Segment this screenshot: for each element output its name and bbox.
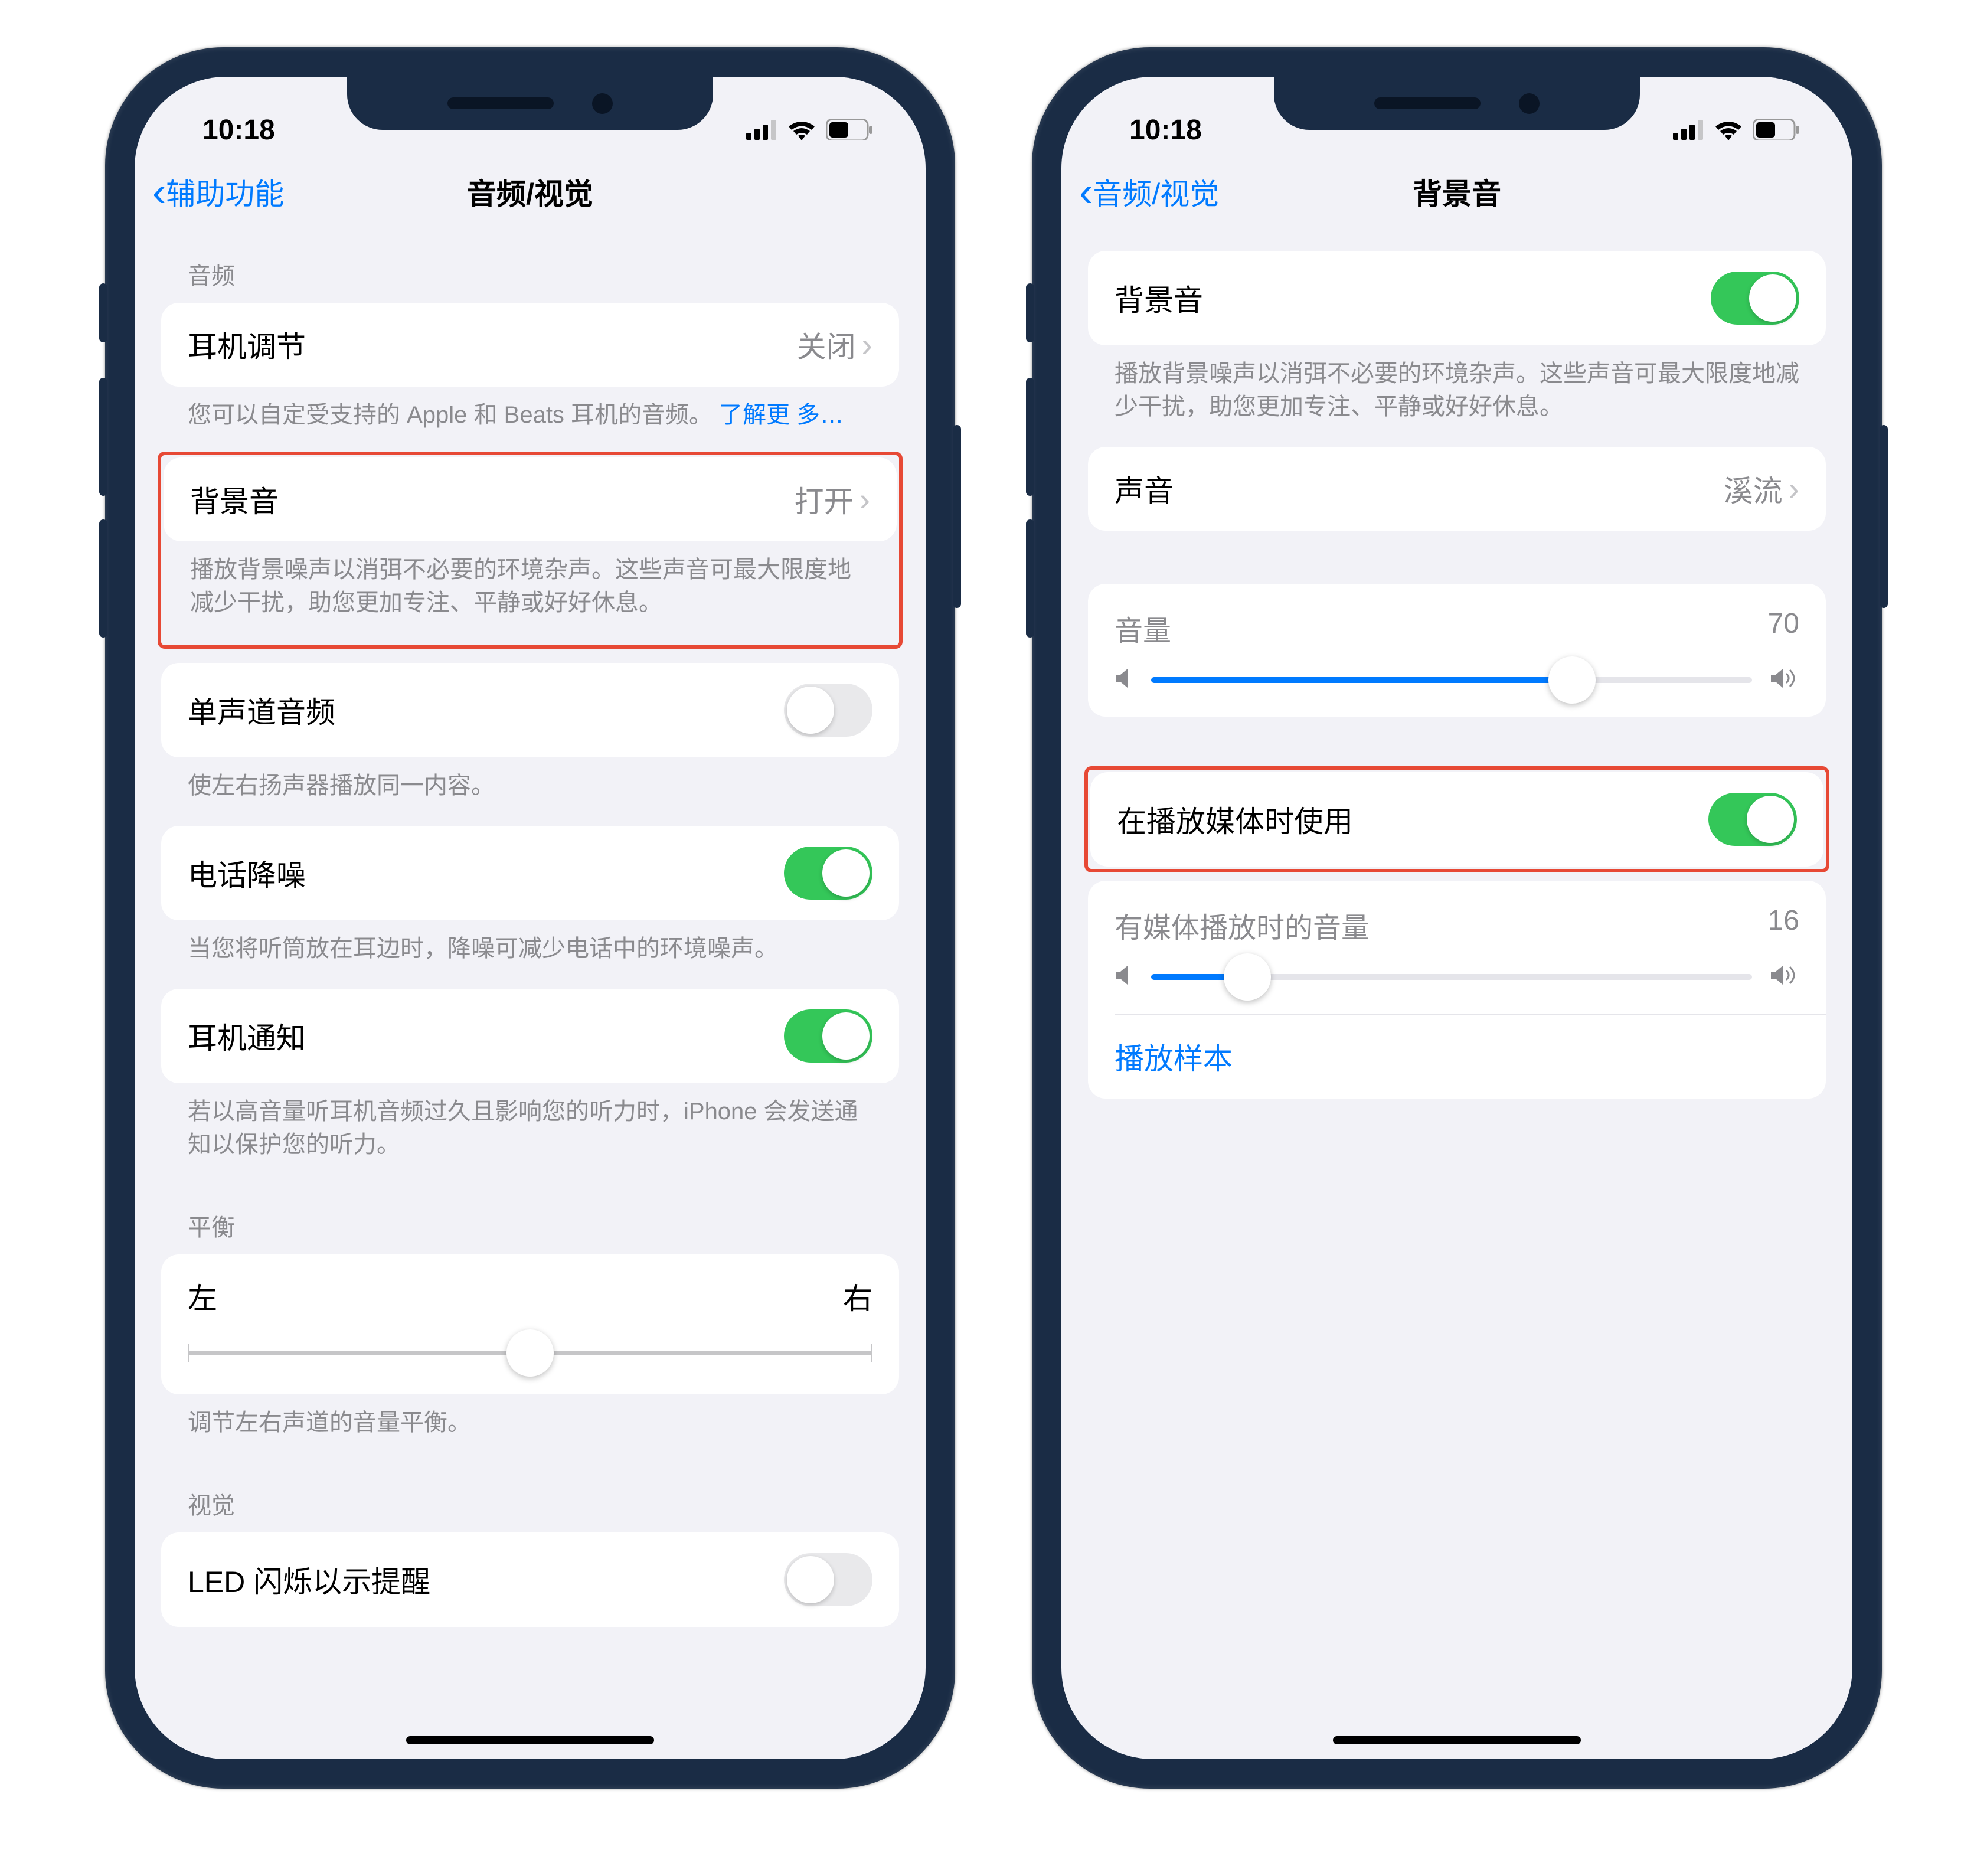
section-footer: 使左右扬声器播放同一内容。	[161, 757, 899, 826]
use-with-media-row[interactable]: 在播放媒体时使用	[1090, 772, 1823, 867]
media-volume-label: 有媒体播放时的音量	[1115, 904, 1370, 946]
section-footer: 若以高音量听耳机音频过久且影响您的听力时，iPhone 会发送通知以保护您的听力…	[161, 1083, 899, 1185]
chevron-right-icon: ›	[1789, 470, 1799, 508]
media-volume-row[interactable]: 有媒体播放时的音量 16	[1088, 881, 1826, 1014]
battery-icon	[1753, 119, 1799, 140]
cell-label: 声音	[1115, 468, 1174, 510]
led-flash-row[interactable]: LED 闪烁以示提醒	[161, 1532, 899, 1627]
cell-label: 在播放媒体时使用	[1117, 798, 1353, 841]
background-sounds-switch[interactable]	[1711, 272, 1799, 325]
chevron-right-icon: ›	[862, 326, 872, 364]
headphone-notifications-row[interactable]: 耳机通知	[161, 989, 899, 1083]
cell-label: 电话降噪	[188, 852, 306, 894]
section-footer: 当您将听筒放在耳边时，降噪可减少电话中的环境噪声。	[161, 920, 899, 989]
phone-mockup-right: 10:18 ‹ 音频/视觉 背景音	[1032, 47, 1882, 1789]
media-volume-value: 16	[1768, 904, 1799, 946]
volume-value: 70	[1768, 607, 1799, 649]
sound-selection-row[interactable]: 声音 溪流 ›	[1088, 447, 1826, 531]
play-sample-button[interactable]: 播放样本	[1088, 1015, 1826, 1099]
media-volume-slider[interactable]	[1151, 974, 1752, 980]
headphone-accommodations-row[interactable]: 耳机调节 关闭 ›	[161, 303, 899, 387]
section-header-visual: 视觉	[161, 1463, 899, 1532]
page-title: 音频/视觉	[135, 171, 926, 213]
balance-right-label: 右	[843, 1275, 872, 1318]
cell-label: LED 闪烁以示提醒	[188, 1558, 430, 1601]
section-footer: 您可以自定受支持的 Apple 和 Beats 耳机的音频。 了解更 多…	[161, 387, 899, 455]
use-with-media-switch[interactable]	[1708, 793, 1797, 846]
volume-slider[interactable]	[1151, 677, 1752, 683]
page-title: 背景音	[1061, 171, 1852, 213]
cell-label: 背景音	[190, 478, 279, 521]
section-header-balance: 平衡	[161, 1185, 899, 1254]
noise-cancellation-switch[interactable]	[784, 847, 872, 900]
balance-slider-knob[interactable]	[506, 1329, 554, 1377]
cell-value: 溪流	[1724, 468, 1783, 510]
navigation-bar: ‹ 音频/视觉 背景音	[1061, 156, 1852, 233]
headphone-notifications-switch[interactable]	[784, 1009, 872, 1063]
cell-label: 耳机调节	[188, 323, 306, 366]
background-sounds-toggle-row[interactable]: 背景音	[1088, 251, 1826, 345]
mono-audio-switch[interactable]	[784, 684, 872, 737]
volume-row[interactable]: 音量 70	[1088, 584, 1826, 717]
highlighted-region: 在播放媒体时使用	[1084, 766, 1829, 872]
cell-value: 打开	[795, 478, 854, 521]
volume-slider-knob[interactable]	[1548, 656, 1596, 704]
background-sounds-row[interactable]: 背景音 打开 ›	[164, 457, 897, 541]
wifi-icon	[787, 119, 816, 140]
speaker-high-icon	[1770, 963, 1799, 990]
section-footer: 播放背景噪声以消弭不必要的环境杂声。这些声音可最大限度地减少干扰，助您更加专注、…	[1088, 345, 1826, 447]
volume-label: 音量	[1115, 607, 1171, 649]
section-footer: 播放背景噪声以消弭不必要的环境杂声。这些声音可最大限度地减少干扰，助您更加专注、…	[164, 541, 897, 643]
section-footer: 调节左右声道的音量平衡。	[161, 1394, 899, 1463]
cell-label: 背景音	[1115, 277, 1203, 319]
wifi-icon	[1714, 119, 1743, 140]
phone-mockup-left: 10:18 ‹ 辅助功能 音频/视觉 音频	[105, 47, 955, 1789]
cell-label: 单声道音频	[188, 689, 335, 731]
media-volume-slider-knob[interactable]	[1224, 953, 1271, 1001]
highlighted-region: 背景音 打开 › 播放背景噪声以消弭不必要的环境杂声。这些声音可最大限度地减少干…	[158, 452, 903, 649]
status-time: 10:18	[202, 114, 275, 146]
speaker-high-icon	[1770, 666, 1799, 693]
home-indicator[interactable]	[406, 1736, 654, 1744]
learn-more-link[interactable]: 了解更 多…	[719, 402, 844, 428]
speaker-low-icon	[1115, 666, 1133, 693]
balance-slider-row[interactable]: 左 右	[161, 1254, 899, 1394]
navigation-bar: ‹ 辅助功能 音频/视觉	[135, 156, 926, 233]
chevron-right-icon: ›	[859, 481, 870, 518]
section-header-audio: 音频	[161, 233, 899, 303]
battery-icon	[826, 119, 872, 140]
cellular-signal-icon	[746, 120, 777, 140]
notch	[1274, 77, 1640, 130]
phone-noise-cancellation-row[interactable]: 电话降噪	[161, 826, 899, 920]
notch	[347, 77, 713, 130]
speaker-low-icon	[1115, 963, 1133, 990]
cell-label: 耳机通知	[188, 1015, 306, 1057]
home-indicator[interactable]	[1333, 1736, 1581, 1744]
balance-left-label: 左	[188, 1275, 217, 1318]
mono-audio-row[interactable]: 单声道音频	[161, 663, 899, 757]
led-flash-switch[interactable]	[784, 1553, 872, 1606]
cellular-signal-icon	[1673, 120, 1704, 140]
cell-value: 关闭	[797, 323, 856, 366]
status-time: 10:18	[1129, 114, 1202, 146]
